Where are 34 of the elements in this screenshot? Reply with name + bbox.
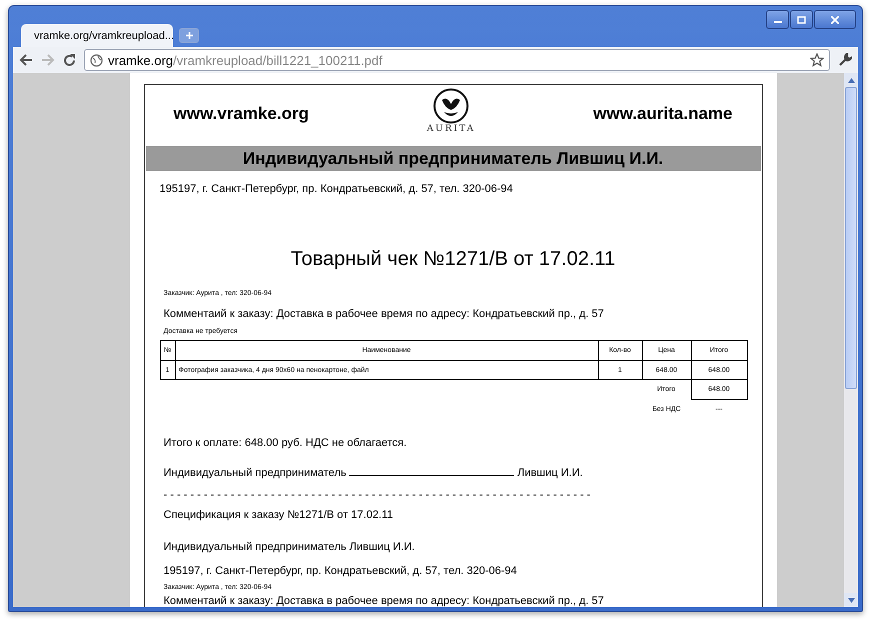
total-text: Итого к оплате: 648.00 руб. НДС не облагается. <box>162 437 408 450</box>
scroll-thumb[interactable] <box>845 87 857 389</box>
signature-name: Лившиц И.И. <box>517 467 583 480</box>
url-text: vramke.org/vramkreupload/bill1221_100211.pdf <box>108 52 384 68</box>
back-icon[interactable] <box>19 54 33 66</box>
close-icon <box>831 16 839 24</box>
signature-role: Индивидуальный предприниматель <box>164 467 346 480</box>
browser-tab[interactable]: vramke.org/vramkreupload... <box>21 24 173 47</box>
logo-icon <box>433 88 470 124</box>
globe-icon <box>90 54 103 66</box>
spec-address: 195197, г. Санкт-Петербург, пр. Кондратьевский, д. 57, тел. 320-06-94 <box>162 564 518 578</box>
reload-icon[interactable] <box>63 54 76 66</box>
maximize-icon <box>797 16 806 24</box>
maximize-button[interactable] <box>790 10 813 29</box>
logo-text: AURITA <box>426 124 476 134</box>
scroll-up-icon[interactable] <box>848 78 854 82</box>
document-title: Товарный чек №1271/В от 17.02.11 <box>290 248 616 272</box>
order-comment: Комментаий к заказу: Доставка в рабочее время по адресу: Кондратьевский пр., д. 57 <box>162 308 605 321</box>
scroll-down-icon[interactable] <box>848 598 854 602</box>
close-button[interactable] <box>814 10 856 29</box>
new-tab-button[interactable] <box>179 28 199 43</box>
order-comment: Комментаий к заказу: Доставка в рабочее время по адресу: Кондратьевский пр., д. 57 <box>162 595 605 607</box>
star-icon[interactable] <box>810 53 824 67</box>
spec-title: Спецификация к заказу №1271/В от 17.02.11 <box>162 508 394 522</box>
minimize-button[interactable] <box>766 10 789 29</box>
scrollbar[interactable] <box>844 73 858 607</box>
plus-icon <box>186 32 192 39</box>
seller-address: 195197, г. Санкт-Петербург, пр. Кондратьевский, д. 57, тел. 320-06-94 <box>158 183 514 196</box>
spec-seller: Индивидуальный предприниматель Лившиц И.И. <box>162 540 416 554</box>
cut-line: - - - - - - - - - - - - - - - - - - - - - - - - - - - - - - - - - - - - - - - - - - - - - - - - - - - - - - - - - - - - - - - - <box>162 489 592 503</box>
seller-banner: Индивидуальный предприниматель Лившиц И.И. <box>146 146 760 171</box>
wrench-icon[interactable] <box>838 53 852 67</box>
tab-title: vramke.org/vramkreupload... <box>34 30 174 42</box>
address-bar[interactable]: vramke.org/vramkreupload/bill1221_100211.pdf <box>84 49 830 71</box>
